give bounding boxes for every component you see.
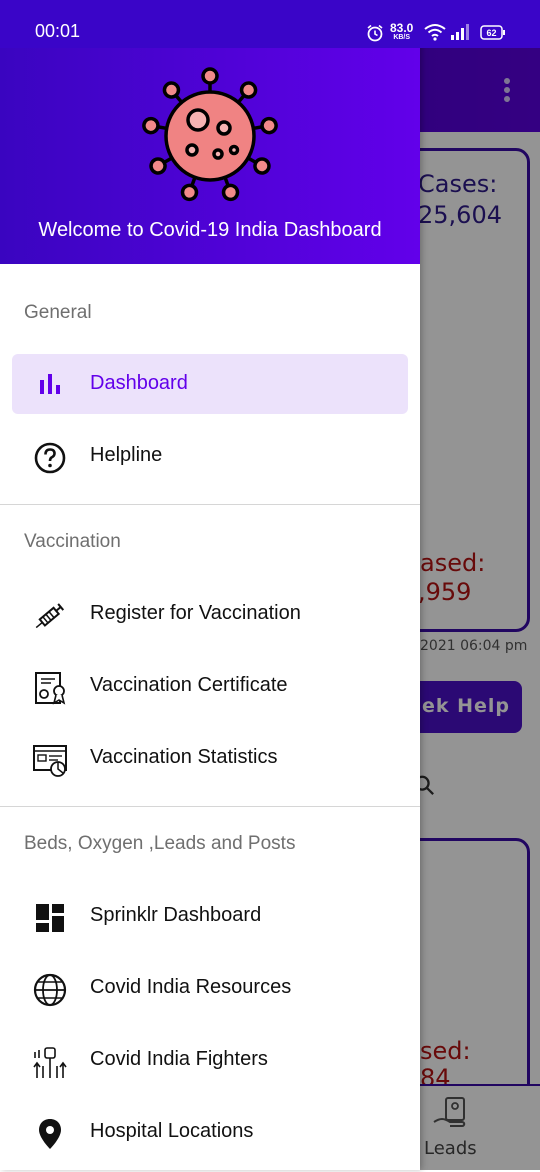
battery-level: 62 [486, 28, 496, 38]
section-divider [0, 504, 420, 505]
certificate-icon [35, 672, 66, 705]
wifi-icon [424, 24, 446, 41]
coronavirus-logo-icon [142, 67, 278, 202]
nav-label-covid-india-resources: Covid India Resources [90, 976, 292, 998]
section-divider [0, 806, 420, 807]
alarm-icon [367, 24, 383, 42]
location-pin-icon [39, 1119, 61, 1149]
nav-item-vaccination-statistics[interactable]: Vaccination Statistics [12, 728, 408, 788]
nav-label-dashboard: Dashboard [90, 372, 188, 394]
nav-label-hospital-locations: Hospital Locations [90, 1120, 254, 1142]
help-circle-icon [34, 442, 66, 474]
nav-item-covid-india-resources[interactable]: Covid India Resources [12, 958, 408, 1018]
dashboard-grid-icon [36, 904, 64, 932]
syringe-icon [35, 603, 65, 629]
nav-item-hospital-locations[interactable]: Hospital Locations [12, 1102, 408, 1162]
bar-chart-icon [40, 374, 60, 394]
section-title-vaccination: Vaccination [24, 531, 121, 552]
nav-label-register-vaccination: Register for Vaccination [90, 602, 301, 624]
network-speed-value: 83.0 [390, 21, 414, 35]
status-time: 00:01 [35, 21, 81, 41]
status-bar: 00:01 83.0 KB/S 62 [0, 0, 540, 48]
nav-label-vaccination-certificate: Vaccination Certificate [90, 674, 288, 696]
nav-item-sprinklr-dashboard[interactable]: Sprinklr Dashboard [12, 886, 408, 946]
welcome-text: Welcome to Covid-19 India Dashboard [38, 219, 382, 241]
section-title-resources: Beds, Oxygen ,Leads and Posts [24, 833, 296, 854]
nav-item-covid-india-fighters[interactable]: Covid India Fighters [12, 1030, 408, 1090]
network-speed-unit: KB/S [393, 34, 411, 41]
nav-item-helpline[interactable]: Helpline [12, 426, 408, 486]
nav-label-helpline: Helpline [90, 444, 163, 466]
signal-icon [451, 24, 469, 40]
section-title-general: General [24, 302, 92, 323]
nav-label-covid-india-fighters: Covid India Fighters [90, 1048, 268, 1070]
raised-fists-icon [33, 1047, 67, 1078]
nav-label-sprinklr-dashboard: Sprinklr Dashboard [90, 904, 262, 926]
network-speed: 83.0 KB/S [390, 22, 413, 41]
statistics-icon [33, 745, 67, 777]
nav-item-vaccination-certificate[interactable]: Vaccination Certificate [12, 656, 408, 716]
nav-item-register-vaccination[interactable]: Register for Vaccination [12, 584, 408, 644]
nav-item-dashboard[interactable]: Dashboard [12, 354, 408, 414]
nav-label-vaccination-statistics: Vaccination Statistics [90, 746, 278, 768]
globe-icon [33, 973, 67, 1007]
battery-icon: 62 [480, 25, 505, 40]
navigation-drawer: Welcome to Covid-19 India Dashboard Gene… [0, 0, 420, 1170]
